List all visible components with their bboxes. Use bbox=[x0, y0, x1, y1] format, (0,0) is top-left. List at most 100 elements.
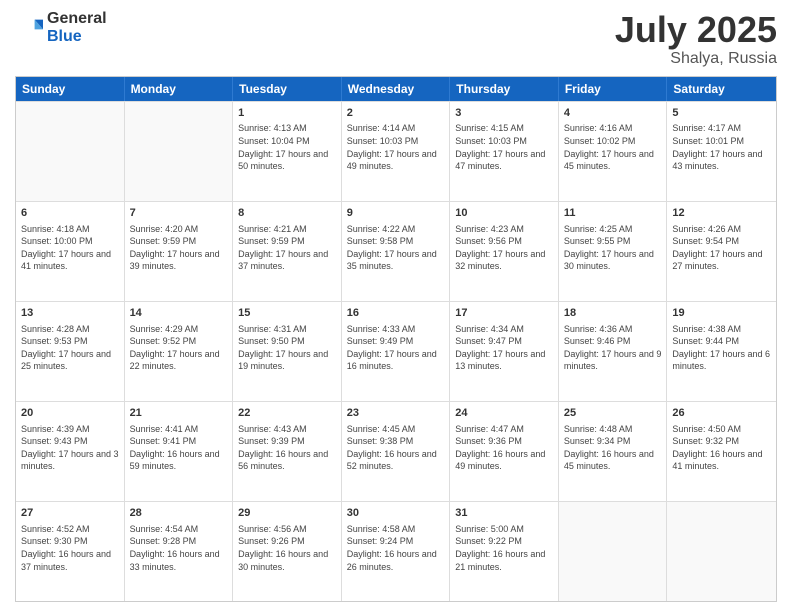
cal-week-1: 1Sunrise: 4:13 AM Sunset: 10:04 PM Dayli… bbox=[16, 101, 776, 201]
cal-cell-17: 17Sunrise: 4:34 AM Sunset: 9:47 PM Dayli… bbox=[450, 302, 559, 401]
cal-cell-26: 26 Sunrise: 4:50 AM Sunset: 9:32 PM Dayli… bbox=[667, 402, 776, 501]
cal-cell-5: 5Sunrise: 4:17 AM Sunset: 10:01 PM Dayli… bbox=[667, 102, 776, 201]
day-number: 2 bbox=[347, 106, 445, 121]
day-number: 23 bbox=[347, 406, 445, 421]
day-info: Sunrise: 4:45 AM Sunset: 9:38 PM Dayligh… bbox=[347, 423, 445, 473]
cal-cell-25: 25 Sunrise: 4:48 AM Sunset: 9:34 PM Dayli… bbox=[559, 402, 668, 501]
cal-cell-22: 22 Sunrise: 4:43 AM Sunset: 9:39 PM Dayli… bbox=[233, 402, 342, 501]
day-number: 11 bbox=[564, 206, 662, 221]
cal-cell-23: 23 Sunrise: 4:45 AM Sunset: 9:38 PM Dayli… bbox=[342, 402, 451, 501]
day-info: Sunrise: 4:58 AM Sunset: 9:24 PM Dayligh… bbox=[347, 523, 445, 573]
cal-header-tuesday: Tuesday bbox=[233, 77, 342, 101]
day-info: Sunrise: 4:16 AM Sunset: 10:02 PM Daylig… bbox=[564, 122, 662, 172]
logo-general-label: General bbox=[47, 10, 107, 28]
header: General Blue July 2025 Shalya, Russia bbox=[15, 10, 777, 68]
cal-cell-24: 24 Sunrise: 4:47 AM Sunset: 9:36 PM Dayli… bbox=[450, 402, 559, 501]
calendar-header-row: SundayMondayTuesdayWednesdayThursdayFrid… bbox=[16, 77, 776, 101]
cal-cell-4: 4Sunrise: 4:16 AM Sunset: 10:02 PM Dayli… bbox=[559, 102, 668, 201]
day-info: Sunrise: 4:20 AM Sunset: 9:59 PM Dayligh… bbox=[130, 223, 228, 273]
day-number: 24 bbox=[455, 406, 553, 421]
cal-cell-empty-0-0 bbox=[16, 102, 125, 201]
cal-cell-2: 2Sunrise: 4:14 AM Sunset: 10:03 PM Dayli… bbox=[342, 102, 451, 201]
logo-blue-label: Blue bbox=[47, 28, 107, 46]
cal-header-saturday: Saturday bbox=[667, 77, 776, 101]
day-number: 29 bbox=[238, 506, 336, 521]
day-info: Sunrise: 4:28 AM Sunset: 9:53 PM Dayligh… bbox=[21, 323, 119, 373]
day-number: 8 bbox=[238, 206, 336, 221]
day-number: 1 bbox=[238, 106, 336, 121]
day-number: 20 bbox=[21, 406, 119, 421]
cal-cell-11: 11 Sunrise: 4:25 AM Sunset: 9:55 PM Dayli… bbox=[559, 202, 668, 301]
day-number: 4 bbox=[564, 106, 662, 121]
logo-icon bbox=[15, 14, 43, 42]
day-number: 10 bbox=[455, 206, 553, 221]
cal-cell-20: 20 Sunrise: 4:39 AM Sunset: 9:43 PM Dayli… bbox=[16, 402, 125, 501]
cal-cell-31: 31Sunrise: 5:00 AM Sunset: 9:22 PM Dayli… bbox=[450, 502, 559, 601]
cal-cell-empty-4-6 bbox=[667, 502, 776, 601]
day-info: Sunrise: 4:54 AM Sunset: 9:28 PM Dayligh… bbox=[130, 523, 228, 573]
cal-header-sunday: Sunday bbox=[16, 77, 125, 101]
day-info: Sunrise: 4:22 AM Sunset: 9:58 PM Dayligh… bbox=[347, 223, 445, 273]
cal-cell-15: 15 Sunrise: 4:31 AM Sunset: 9:50 PM Dayli… bbox=[233, 302, 342, 401]
day-number: 19 bbox=[672, 306, 771, 321]
cal-cell-21: 21 Sunrise: 4:41 AM Sunset: 9:41 PM Dayli… bbox=[125, 402, 234, 501]
logo-text: General Blue bbox=[47, 10, 107, 45]
day-number: 9 bbox=[347, 206, 445, 221]
day-number: 21 bbox=[130, 406, 228, 421]
day-info: Sunrise: 4:50 AM Sunset: 9:32 PM Dayligh… bbox=[672, 423, 771, 473]
cal-cell-6: 6 Sunrise: 4:18 AM Sunset: 10:00 PM Dayli… bbox=[16, 202, 125, 301]
cal-cell-30: 30 Sunrise: 4:58 AM Sunset: 9:24 PM Dayli… bbox=[342, 502, 451, 601]
cal-week-2: 6 Sunrise: 4:18 AM Sunset: 10:00 PM Dayli… bbox=[16, 201, 776, 301]
day-info: Sunrise: 4:33 AM Sunset: 9:49 PM Dayligh… bbox=[347, 323, 445, 373]
day-number: 27 bbox=[21, 506, 119, 521]
cal-cell-18: 18 Sunrise: 4:36 AM Sunset: 9:46 PM Dayli… bbox=[559, 302, 668, 401]
day-number: 7 bbox=[130, 206, 228, 221]
day-info: Sunrise: 4:17 AM Sunset: 10:01 PM Daylig… bbox=[672, 122, 771, 172]
cal-header-thursday: Thursday bbox=[450, 77, 559, 101]
cal-cell-16: 16 Sunrise: 4:33 AM Sunset: 9:49 PM Dayli… bbox=[342, 302, 451, 401]
cal-cell-13: 13 Sunrise: 4:28 AM Sunset: 9:53 PM Dayli… bbox=[16, 302, 125, 401]
cal-cell-14: 14Sunrise: 4:29 AM Sunset: 9:52 PM Dayli… bbox=[125, 302, 234, 401]
title-location: Shalya, Russia bbox=[615, 50, 777, 68]
day-info: Sunrise: 4:52 AM Sunset: 9:30 PM Dayligh… bbox=[21, 523, 119, 573]
day-info: Sunrise: 4:36 AM Sunset: 9:46 PM Dayligh… bbox=[564, 323, 662, 373]
cal-cell-7: 7 Sunrise: 4:20 AM Sunset: 9:59 PM Daylig… bbox=[125, 202, 234, 301]
day-number: 22 bbox=[238, 406, 336, 421]
day-number: 13 bbox=[21, 306, 119, 321]
cal-cell-3: 3Sunrise: 4:15 AM Sunset: 10:03 PM Dayli… bbox=[450, 102, 559, 201]
day-info: Sunrise: 4:48 AM Sunset: 9:34 PM Dayligh… bbox=[564, 423, 662, 473]
day-info: Sunrise: 4:23 AM Sunset: 9:56 PM Dayligh… bbox=[455, 223, 553, 273]
day-info: Sunrise: 4:13 AM Sunset: 10:04 PM Daylig… bbox=[238, 122, 336, 172]
cal-cell-12: 12Sunrise: 4:26 AM Sunset: 9:54 PM Dayli… bbox=[667, 202, 776, 301]
day-info: Sunrise: 4:43 AM Sunset: 9:39 PM Dayligh… bbox=[238, 423, 336, 473]
day-number: 25 bbox=[564, 406, 662, 421]
cal-week-5: 27 Sunrise: 4:52 AM Sunset: 9:30 PM Dayli… bbox=[16, 501, 776, 601]
day-number: 30 bbox=[347, 506, 445, 521]
day-number: 15 bbox=[238, 306, 336, 321]
day-info: Sunrise: 4:47 AM Sunset: 9:36 PM Dayligh… bbox=[455, 423, 553, 473]
day-info: Sunrise: 4:31 AM Sunset: 9:50 PM Dayligh… bbox=[238, 323, 336, 373]
day-number: 6 bbox=[21, 206, 119, 221]
day-number: 14 bbox=[130, 306, 228, 321]
day-info: Sunrise: 4:34 AM Sunset: 9:47 PM Dayligh… bbox=[455, 323, 553, 373]
cal-cell-29: 29 Sunrise: 4:56 AM Sunset: 9:26 PM Dayli… bbox=[233, 502, 342, 601]
cal-cell-empty-0-1 bbox=[125, 102, 234, 201]
day-number: 18 bbox=[564, 306, 662, 321]
cal-week-3: 13 Sunrise: 4:28 AM Sunset: 9:53 PM Dayli… bbox=[16, 301, 776, 401]
day-number: 26 bbox=[672, 406, 771, 421]
cal-header-monday: Monday bbox=[125, 77, 234, 101]
day-number: 16 bbox=[347, 306, 445, 321]
title-month: July 2025 bbox=[615, 10, 777, 50]
title-area: July 2025 Shalya, Russia bbox=[615, 10, 777, 68]
day-info: Sunrise: 4:25 AM Sunset: 9:55 PM Dayligh… bbox=[564, 223, 662, 273]
cal-cell-empty-4-5 bbox=[559, 502, 668, 601]
day-info: Sunrise: 4:41 AM Sunset: 9:41 PM Dayligh… bbox=[130, 423, 228, 473]
day-number: 31 bbox=[455, 506, 553, 521]
day-info: Sunrise: 4:39 AM Sunset: 9:43 PM Dayligh… bbox=[21, 423, 119, 473]
day-info: Sunrise: 4:15 AM Sunset: 10:03 PM Daylig… bbox=[455, 122, 553, 172]
calendar: SundayMondayTuesdayWednesdayThursdayFrid… bbox=[15, 76, 777, 602]
day-info: Sunrise: 4:18 AM Sunset: 10:00 PM Daylig… bbox=[21, 223, 119, 273]
day-info: Sunrise: 4:56 AM Sunset: 9:26 PM Dayligh… bbox=[238, 523, 336, 573]
cal-header-wednesday: Wednesday bbox=[342, 77, 451, 101]
cal-cell-9: 9 Sunrise: 4:22 AM Sunset: 9:58 PM Daylig… bbox=[342, 202, 451, 301]
